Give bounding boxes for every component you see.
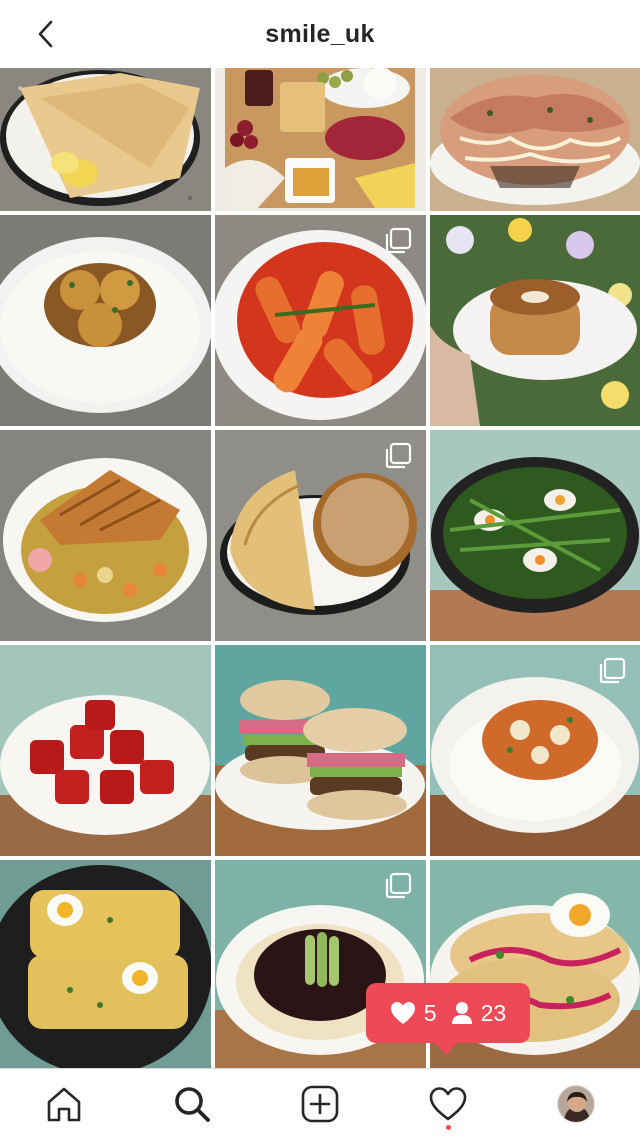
activity-notification-badge[interactable]: 5 23 [366,983,530,1055]
tab-activity[interactable] [418,1074,478,1134]
tile-crepes[interactable] [0,68,211,211]
home-icon [47,1087,81,1121]
top-bar: smile_uk [0,0,640,68]
multiple-posts-icon [385,442,412,469]
multiple-posts-icon [385,227,412,254]
tile-tteokbokki[interactable] [215,215,426,426]
chevron-left-icon [38,20,53,48]
tab-home[interactable] [34,1074,94,1134]
activity-dot [446,1124,451,1130]
tile-cronut[interactable] [430,215,640,426]
heart-filled-icon [390,1002,415,1024]
profile-username: smile_uk [265,19,375,48]
back-button[interactable] [30,18,62,50]
posts-grid [0,68,640,1068]
heart-icon [429,1086,467,1120]
tile-english-muffin-burgers[interactable] [215,645,426,856]
tile-roti-dip[interactable] [215,430,426,641]
tile-egg-toast-skillet[interactable] [0,860,211,1068]
likes-count: 5 [423,999,437,1026]
tile-okonomiyaki[interactable] [430,68,640,211]
tile-egg-curry-rice[interactable] [0,215,211,426]
tile-charcuterie-board[interactable] [215,68,426,211]
multiple-posts-icon [385,872,412,899]
tile-skillet-asparagus-eggs[interactable] [430,430,640,641]
plus-square-icon [301,1085,339,1122]
tile-sticky-tofu[interactable] [0,645,211,856]
search-icon [175,1086,210,1122]
tab-profile[interactable] [546,1074,606,1134]
tile-kimchi-rice[interactable] [430,645,640,856]
follows-count: 23 [480,999,507,1026]
tab-search[interactable] [162,1074,222,1134]
avatar [557,1084,595,1123]
bottom-tab-bar [0,1068,640,1138]
tab-create[interactable] [290,1074,350,1134]
tile-katsu-curry[interactable] [0,430,211,641]
person-icon [451,1002,472,1024]
multiple-posts-icon [599,657,626,684]
